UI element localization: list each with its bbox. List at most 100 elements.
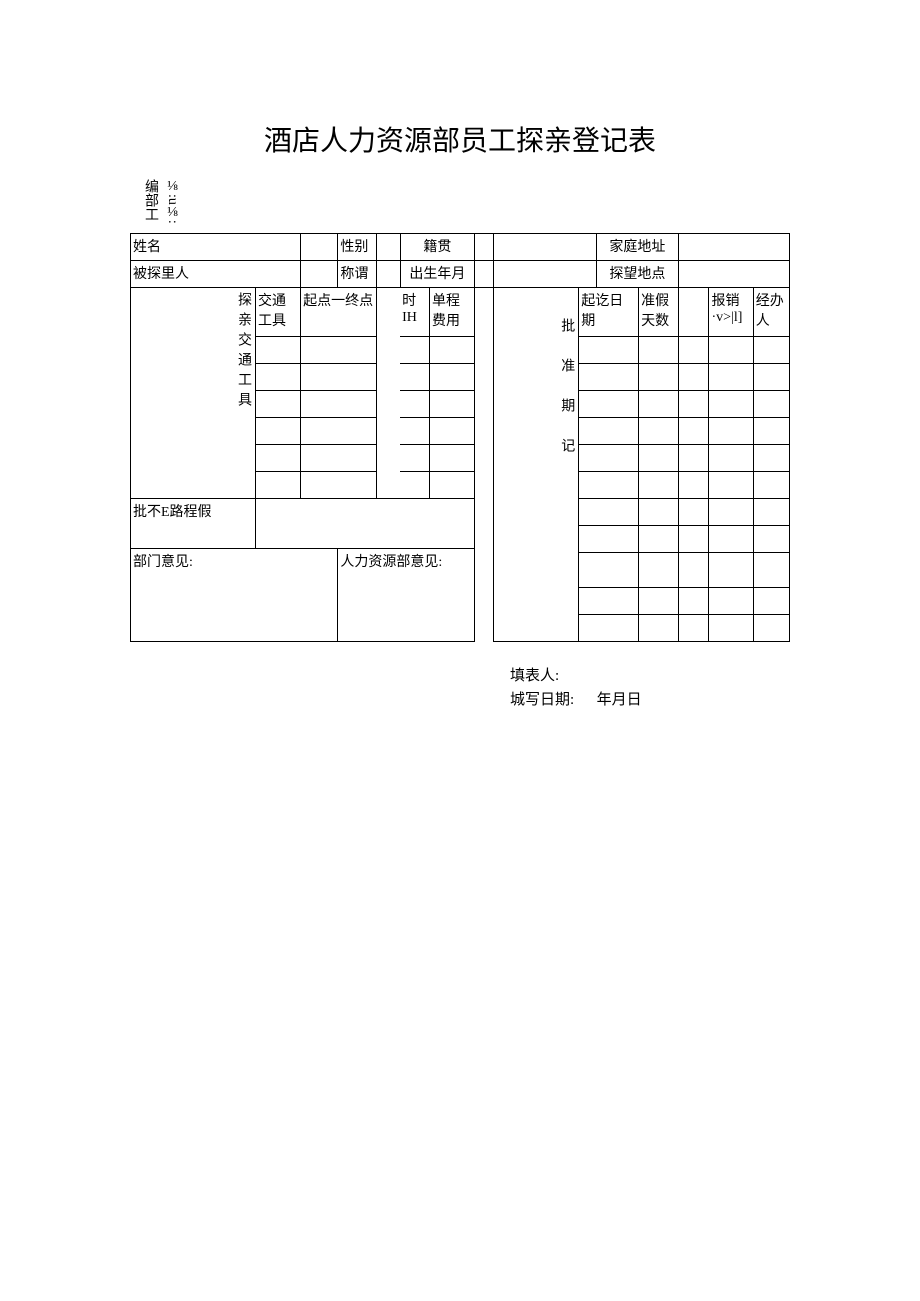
rd-5[interactable] bbox=[579, 444, 639, 471]
rdays-5[interactable] bbox=[639, 444, 679, 471]
rh-11[interactable] bbox=[753, 614, 789, 641]
rh-6[interactable] bbox=[753, 471, 789, 498]
rh-5[interactable] bbox=[753, 444, 789, 471]
rr-1[interactable] bbox=[709, 336, 753, 363]
name-value[interactable] bbox=[301, 233, 338, 260]
route-4[interactable] bbox=[301, 417, 377, 444]
form-table: 姓名 性别 籍贯 被探里人 称谓 出生年月 探亲交通工具 交通工具 起点一终点 bbox=[130, 233, 790, 642]
approve-value[interactable] bbox=[256, 498, 475, 548]
tool-3[interactable] bbox=[256, 390, 301, 417]
fare-1[interactable] bbox=[430, 336, 475, 363]
pre-header: 编部工 ⅛:u⅛: bbox=[140, 179, 790, 229]
fare-6[interactable] bbox=[430, 471, 475, 498]
rr-7[interactable] bbox=[709, 498, 753, 525]
rr-6[interactable] bbox=[709, 471, 753, 498]
rg-4[interactable] bbox=[678, 417, 709, 444]
fare-4[interactable] bbox=[430, 417, 475, 444]
dob-value[interactable] bbox=[475, 260, 494, 287]
rh-7[interactable] bbox=[753, 498, 789, 525]
rg-5[interactable] bbox=[678, 444, 709, 471]
tool-5[interactable] bbox=[256, 444, 301, 471]
rg-7[interactable] bbox=[678, 498, 709, 525]
transport-tool-label: 交通工具 bbox=[256, 287, 301, 336]
rh-10[interactable] bbox=[753, 587, 789, 614]
gender-value[interactable] bbox=[377, 233, 400, 260]
rdays-6[interactable] bbox=[639, 471, 679, 498]
rg-10[interactable] bbox=[678, 587, 709, 614]
native-value[interactable] bbox=[475, 233, 494, 260]
rr-4[interactable] bbox=[709, 417, 753, 444]
rdays-1[interactable] bbox=[639, 336, 679, 363]
route-2[interactable] bbox=[301, 363, 377, 390]
rdays-8[interactable] bbox=[639, 525, 679, 552]
rr-3[interactable] bbox=[709, 390, 753, 417]
rg-3[interactable] bbox=[678, 390, 709, 417]
rh-2[interactable] bbox=[753, 363, 789, 390]
hr-opinion-label[interactable]: 人力资源部意见: bbox=[338, 548, 475, 641]
tool-2[interactable] bbox=[256, 363, 301, 390]
rdays-3[interactable] bbox=[639, 390, 679, 417]
visitplace-value[interactable] bbox=[678, 260, 789, 287]
transport-gap bbox=[377, 287, 400, 498]
rh-9[interactable] bbox=[753, 552, 789, 587]
addr-value[interactable] bbox=[678, 233, 789, 260]
rg-11[interactable] bbox=[678, 614, 709, 641]
time-5[interactable] bbox=[400, 444, 429, 471]
rr-10[interactable] bbox=[709, 587, 753, 614]
rdays-4[interactable] bbox=[639, 417, 679, 444]
transport-time-label: 时 IH bbox=[400, 287, 429, 336]
rg-9[interactable] bbox=[678, 552, 709, 587]
rr-2[interactable] bbox=[709, 363, 753, 390]
rr-11[interactable] bbox=[709, 614, 753, 641]
time-3[interactable] bbox=[400, 390, 429, 417]
route-1[interactable] bbox=[301, 336, 377, 363]
rr-9[interactable] bbox=[709, 552, 753, 587]
fare-3[interactable] bbox=[430, 390, 475, 417]
rh-1[interactable] bbox=[753, 336, 789, 363]
rd-8[interactable] bbox=[579, 525, 639, 552]
dates-label: 起讫日期 bbox=[579, 287, 639, 336]
rr-5[interactable] bbox=[709, 444, 753, 471]
rd-9[interactable] bbox=[579, 552, 639, 587]
time-1[interactable] bbox=[400, 336, 429, 363]
rg-2[interactable] bbox=[678, 363, 709, 390]
rd-7[interactable] bbox=[579, 498, 639, 525]
rg-8[interactable] bbox=[678, 525, 709, 552]
tool-4[interactable] bbox=[256, 417, 301, 444]
rdays-11[interactable] bbox=[639, 614, 679, 641]
rd-3[interactable] bbox=[579, 390, 639, 417]
fare-5[interactable] bbox=[430, 444, 475, 471]
visitee-label: 被探里人 bbox=[131, 260, 301, 287]
rdays-2[interactable] bbox=[639, 363, 679, 390]
rd-6[interactable] bbox=[579, 471, 639, 498]
visitee-value[interactable] bbox=[301, 260, 338, 287]
rd-2[interactable] bbox=[579, 363, 639, 390]
rdays-9[interactable] bbox=[639, 552, 679, 587]
dept-opinion-label[interactable]: 部门意见: bbox=[131, 548, 338, 641]
rg-1[interactable] bbox=[678, 336, 709, 363]
time-2[interactable] bbox=[400, 363, 429, 390]
rr-8[interactable] bbox=[709, 525, 753, 552]
route-5[interactable] bbox=[301, 444, 377, 471]
route-3[interactable] bbox=[301, 390, 377, 417]
fill-date-value: 年月日 bbox=[597, 692, 642, 708]
rd-10[interactable] bbox=[579, 587, 639, 614]
tool-1[interactable] bbox=[256, 336, 301, 363]
rh-3[interactable] bbox=[753, 390, 789, 417]
r2-gap bbox=[494, 260, 597, 287]
handler-label: 经办人 bbox=[753, 287, 789, 336]
relation-value[interactable] bbox=[377, 260, 400, 287]
rg-6[interactable] bbox=[678, 471, 709, 498]
rh-4[interactable] bbox=[753, 417, 789, 444]
route-6[interactable] bbox=[301, 471, 377, 498]
rd-11[interactable] bbox=[579, 614, 639, 641]
rd-4[interactable] bbox=[579, 417, 639, 444]
rd-1[interactable] bbox=[579, 336, 639, 363]
tool-6[interactable] bbox=[256, 471, 301, 498]
fare-2[interactable] bbox=[430, 363, 475, 390]
time-4[interactable] bbox=[400, 417, 429, 444]
rdays-10[interactable] bbox=[639, 587, 679, 614]
rdays-7[interactable] bbox=[639, 498, 679, 525]
time-6[interactable] bbox=[400, 471, 429, 498]
rh-8[interactable] bbox=[753, 525, 789, 552]
